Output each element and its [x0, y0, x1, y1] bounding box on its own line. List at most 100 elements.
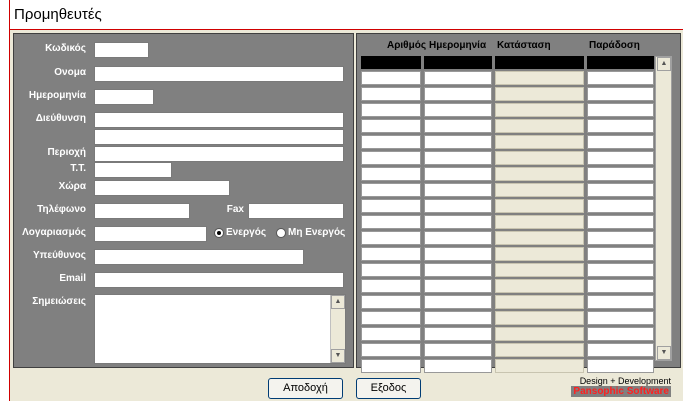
grid-cell[interactable]: [424, 151, 492, 165]
grid-cell[interactable]: [424, 327, 492, 341]
grid-cell[interactable]: [424, 87, 492, 101]
grid-cell[interactable]: [495, 359, 584, 373]
grid-cell[interactable]: [361, 119, 421, 133]
status-active-radio[interactable]: Ενεργός: [214, 227, 266, 238]
grid-cell[interactable]: [587, 103, 654, 117]
email-input[interactable]: [94, 272, 344, 288]
grid-cell[interactable]: [495, 311, 584, 325]
notes-textarea[interactable]: ▲ ▼: [94, 294, 346, 364]
grid-cell[interactable]: [495, 119, 584, 133]
country-input[interactable]: [94, 180, 230, 196]
grid-scrollbar[interactable]: ▲ ▼: [655, 56, 672, 361]
date-input[interactable]: [94, 89, 154, 105]
grid-cell[interactable]: [361, 215, 421, 229]
grid-cell[interactable]: [587, 343, 654, 357]
grid-cell[interactable]: [495, 199, 584, 213]
grid-cell[interactable]: [424, 231, 492, 245]
grid-cell[interactable]: [495, 151, 584, 165]
grid-cell[interactable]: [424, 183, 492, 197]
grid-cell[interactable]: [424, 343, 492, 357]
grid-cell[interactable]: [587, 231, 654, 245]
grid-cell[interactable]: [361, 359, 421, 373]
grid-cell[interactable]: [587, 151, 654, 165]
code-input[interactable]: [94, 42, 149, 58]
grid-cell[interactable]: [495, 135, 584, 149]
grid-cell[interactable]: [424, 311, 492, 325]
grid-cell[interactable]: [424, 247, 492, 261]
area-input[interactable]: [94, 146, 344, 162]
grid-cell[interactable]: [361, 167, 421, 181]
manager-input[interactable]: [94, 249, 304, 265]
grid-cell[interactable]: [495, 215, 584, 229]
grid-cell[interactable]: [587, 167, 654, 181]
grid-cell[interactable]: [587, 247, 654, 261]
grid-cell[interactable]: [424, 263, 492, 277]
grid-cell[interactable]: [587, 135, 654, 149]
grid-cell[interactable]: [495, 71, 584, 85]
grid-cell[interactable]: [424, 199, 492, 213]
scroll-up-icon[interactable]: ▲: [657, 57, 671, 71]
grid-cell[interactable]: [361, 247, 421, 261]
accept-button[interactable]: Αποδοχή: [268, 378, 343, 399]
grid-cell[interactable]: [424, 359, 492, 373]
grid-cell[interactable]: [495, 327, 584, 341]
grid-cell[interactable]: [361, 183, 421, 197]
grid-cell[interactable]: [424, 71, 492, 85]
grid-cell[interactable]: [587, 183, 654, 197]
grid-cell[interactable]: [495, 247, 584, 261]
grid-cell[interactable]: [361, 151, 421, 165]
grid-cell[interactable]: [361, 295, 421, 309]
grid-cell[interactable]: [361, 263, 421, 277]
grid-cell[interactable]: [587, 87, 654, 101]
grid-cell[interactable]: [587, 359, 654, 373]
grid-cell[interactable]: [587, 279, 654, 293]
scroll-down-icon[interactable]: ▼: [657, 346, 671, 360]
grid-cell[interactable]: [424, 295, 492, 309]
grid-cell[interactable]: [495, 263, 584, 277]
grid-cell[interactable]: [424, 103, 492, 117]
status-inactive-radio[interactable]: Μη Ενεργός: [276, 227, 345, 238]
postcode-input[interactable]: [94, 162, 172, 178]
grid-cell[interactable]: [587, 199, 654, 213]
grid-cell[interactable]: [495, 167, 584, 181]
grid-cell[interactable]: [587, 119, 654, 133]
grid-cell[interactable]: [495, 295, 584, 309]
grid-cell[interactable]: [587, 71, 654, 85]
grid-cell[interactable]: [587, 311, 654, 325]
grid-cell[interactable]: [424, 119, 492, 133]
grid-cell[interactable]: [361, 327, 421, 341]
grid-cell[interactable]: [587, 263, 654, 277]
grid-cell[interactable]: [495, 87, 584, 101]
fax-input[interactable]: [248, 203, 344, 219]
grid-cell[interactable]: [361, 231, 421, 245]
grid-cell[interactable]: [495, 343, 584, 357]
grid-cell[interactable]: [424, 167, 492, 181]
grid-cell[interactable]: [361, 279, 421, 293]
grid-cell[interactable]: [424, 135, 492, 149]
grid-cell[interactable]: [361, 199, 421, 213]
grid-cell[interactable]: [587, 327, 654, 341]
grid-cell[interactable]: [361, 311, 421, 325]
grid-cell[interactable]: [587, 295, 654, 309]
grid-cell[interactable]: [495, 231, 584, 245]
grid-cell[interactable]: [495, 279, 584, 293]
grid-cell[interactable]: [361, 87, 421, 101]
grid-cell[interactable]: [361, 103, 421, 117]
exit-button[interactable]: Εξοδος: [356, 378, 421, 399]
name-input[interactable]: [94, 66, 344, 82]
grid-cell[interactable]: [361, 71, 421, 85]
grid-cell[interactable]: [361, 343, 421, 357]
notes-scrollbar[interactable]: ▲ ▼: [330, 295, 345, 363]
scroll-down-icon[interactable]: ▼: [331, 349, 345, 363]
address-input-1[interactable]: [94, 112, 344, 128]
address-input-2[interactable]: [94, 129, 344, 145]
grid-cell[interactable]: [361, 135, 421, 149]
grid-cell[interactable]: [495, 183, 584, 197]
scroll-up-icon[interactable]: ▲: [331, 295, 345, 309]
account-input[interactable]: [94, 226, 207, 242]
grid-cell[interactable]: [424, 279, 492, 293]
grid-cell[interactable]: [424, 215, 492, 229]
grid-cell[interactable]: [495, 103, 584, 117]
grid-cell[interactable]: [587, 215, 654, 229]
phone-input[interactable]: [94, 203, 190, 219]
